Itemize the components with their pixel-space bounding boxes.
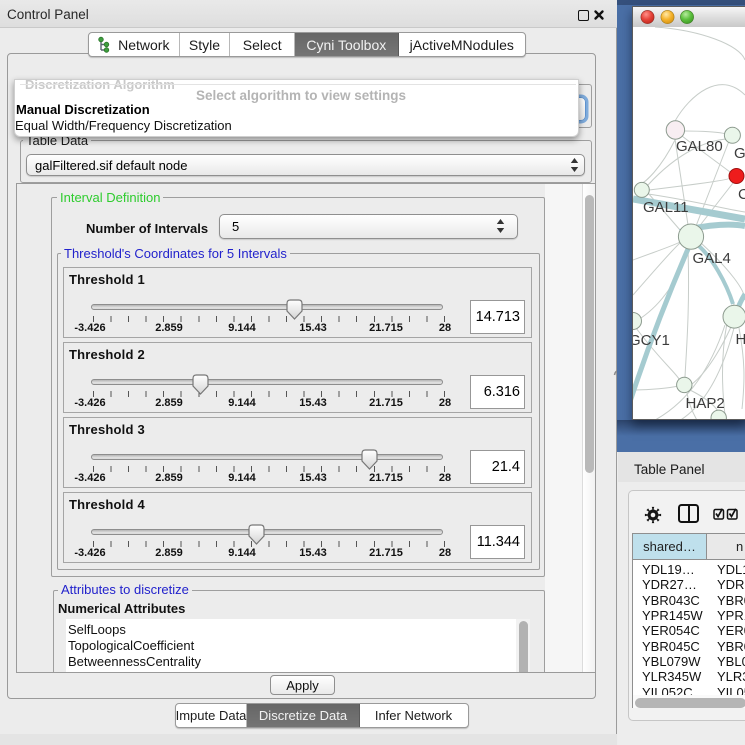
svg-text:C: C xyxy=(738,186,745,203)
svg-text:GCY1: GCY1 xyxy=(633,332,670,349)
svg-text:GAL4: GAL4 xyxy=(693,250,731,267)
svg-text:HAP2: HAP2 xyxy=(686,395,725,412)
svg-text:GA: GA xyxy=(734,145,745,162)
svg-text:H: H xyxy=(736,331,745,348)
svg-text:GAL11: GAL11 xyxy=(643,199,689,216)
svg-text:GAL80: GAL80 xyxy=(676,138,723,155)
